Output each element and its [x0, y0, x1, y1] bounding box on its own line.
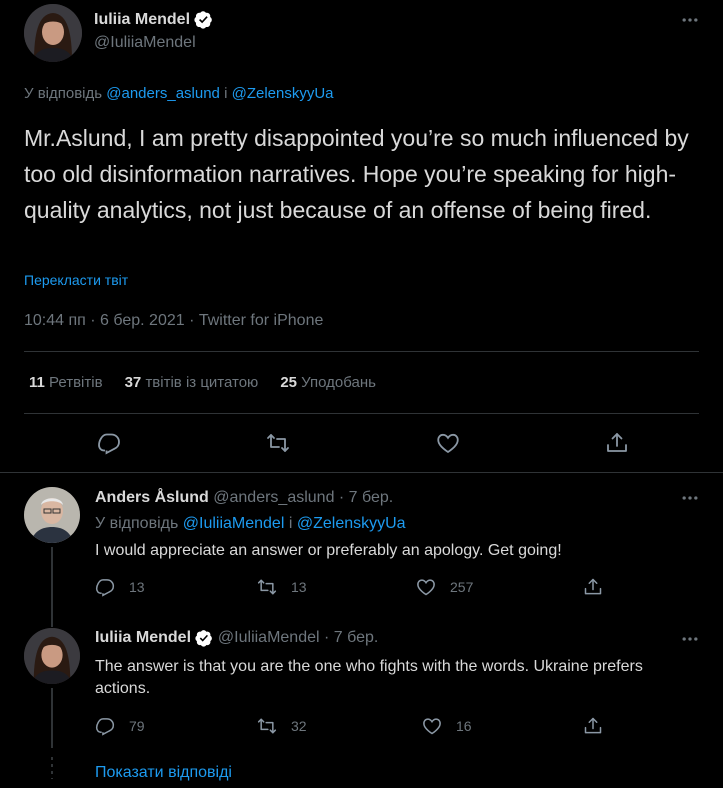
author-handle[interactable]: @IuliiaMendel	[94, 34, 196, 52]
tweet-text: I would appreciate an answer or preferab…	[95, 542, 562, 559]
likes-stat[interactable]: 25 Уподобань	[280, 374, 376, 391]
reply-action[interactable]: 13	[95, 577, 145, 597]
likes-label: Уподобань	[301, 374, 376, 391]
reply-icon	[95, 716, 115, 736]
avatar-portrait-image	[24, 628, 80, 684]
handle-date[interactable]: @IuliiaMendel · 7 бер.	[218, 629, 378, 646]
quotes-stat[interactable]: 37 твітів із цитатою	[125, 374, 259, 391]
thread-line	[51, 688, 53, 748]
reply-prefix: У відповідь	[95, 515, 179, 532]
avatar[interactable]	[24, 487, 80, 543]
handle-date[interactable]: @anders_aslund · 7 бер.	[213, 489, 393, 506]
translate-link[interactable]: Перекласти твіт	[24, 272, 128, 288]
reply-icon	[95, 577, 115, 597]
author-name[interactable]: Anders Åslund	[95, 489, 209, 506]
tweet-text: The answer is that you are the one who f…	[95, 658, 643, 697]
reply-icon[interactable]	[97, 431, 121, 455]
verified-icon	[194, 10, 213, 29]
tweet-meta: 10:44 пп · 6 бер. 2021 · Twitter for iPh…	[24, 312, 324, 329]
retweets-stat[interactable]: 11 Ретвітів	[29, 374, 103, 391]
mention-link[interactable]: @ZelenskyyUa	[232, 85, 334, 102]
likes-count: 25	[280, 374, 297, 391]
verified-icon	[195, 629, 213, 647]
reply-count: 13	[129, 579, 145, 595]
retweet-action[interactable]: 13	[257, 577, 307, 597]
reply-connector: і	[224, 85, 228, 102]
thread-dots	[51, 757, 53, 779]
retweet-count: 13	[291, 579, 307, 595]
retweet-icon	[257, 716, 277, 736]
engagement-stats: 11 Ретвітів 37 твітів із цитатою 25 Упод…	[29, 374, 376, 391]
avatar[interactable]	[24, 628, 80, 684]
author-name[interactable]: Iuliia Mendel	[95, 629, 191, 646]
like-action[interactable]: 16	[422, 716, 472, 736]
share-icon[interactable]	[583, 716, 603, 736]
share-icon[interactable]	[605, 431, 629, 455]
like-action[interactable]: 257	[416, 577, 473, 597]
retweet-icon[interactable]	[266, 431, 290, 455]
quotes-label: твітів із цитатою	[145, 374, 259, 391]
reply-connector: і	[288, 515, 293, 532]
more-icon[interactable]	[680, 10, 700, 30]
like-icon[interactable]	[436, 431, 460, 455]
like-count: 16	[456, 718, 472, 734]
avatar-portrait-image	[24, 4, 82, 62]
author-name[interactable]: Iuliia Mendel	[94, 11, 190, 28]
reply-prefix: У відповідь	[24, 85, 103, 102]
quotes-count: 37	[124, 374, 142, 391]
retweets-label: Ретвітів	[49, 374, 103, 391]
like-icon	[422, 716, 442, 736]
mention-link[interactable]: @ZelenskyyUa	[297, 515, 406, 532]
more-icon[interactable]	[680, 488, 700, 508]
like-icon	[416, 577, 436, 597]
thread-line	[51, 612, 53, 626]
reply-context: У відповідь @IuliiaMendel і @ZelenskyyUa	[95, 515, 406, 533]
reply-context: У відповідь @anders_aslund і @ZelenskyyU…	[24, 85, 334, 102]
reply-count: 79	[129, 718, 145, 734]
avatar[interactable]	[24, 4, 82, 62]
like-count: 257	[450, 579, 474, 595]
mention-link[interactable]: @IuliiaMendel	[183, 515, 285, 532]
retweet-icon	[257, 577, 277, 597]
show-replies-link[interactable]: Показати відповіді	[95, 764, 232, 782]
retweets-count: 11	[29, 374, 45, 391]
retweet-action[interactable]: 32	[257, 716, 307, 736]
mention-link[interactable]: @anders_aslund	[106, 85, 220, 102]
more-icon[interactable]	[680, 629, 700, 649]
reply-action[interactable]: 79	[95, 716, 145, 736]
retweet-count: 32	[291, 718, 307, 734]
share-icon[interactable]	[583, 577, 603, 597]
tweet-text: Mr.Aslund, I am pretty disappointed you’…	[24, 125, 689, 223]
avatar-portrait-image	[24, 487, 80, 543]
